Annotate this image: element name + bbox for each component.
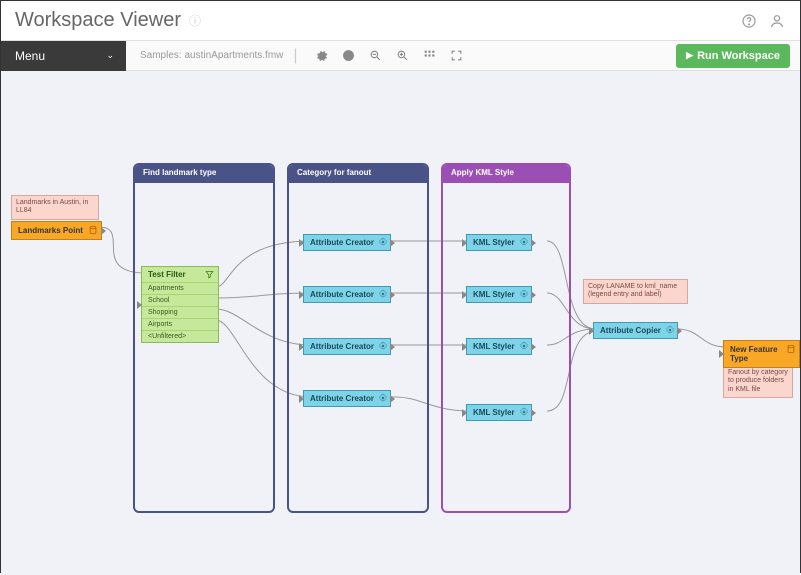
menu-label: Menu bbox=[15, 49, 45, 63]
info-small-icon[interactable]: ⓘ bbox=[189, 12, 201, 29]
separator: | bbox=[293, 47, 297, 65]
transformer-kml-styler-4[interactable]: KML Styler bbox=[466, 404, 532, 421]
filter-port-airports[interactable]: Airports bbox=[142, 318, 218, 330]
help-icon[interactable] bbox=[740, 12, 758, 30]
filter-port-unfiltered[interactable]: <Unfiltered> bbox=[142, 330, 218, 342]
file-label: Samples: austinApartments.fmw bbox=[140, 50, 283, 61]
menu-button[interactable]: Menu ⌄ bbox=[1, 41, 126, 71]
gear-icon bbox=[665, 325, 675, 335]
transformer-kml-styler-2[interactable]: KML Styler bbox=[466, 286, 532, 303]
group-title: Category for fanout bbox=[289, 165, 427, 183]
run-workspace-button[interactable]: ▶ Run Workspace bbox=[676, 44, 790, 68]
gear-icon bbox=[378, 237, 388, 247]
filter-port-shopping[interactable]: Shopping bbox=[142, 306, 218, 318]
toolbar: Menu ⌄ Samples: austinApartments.fmw | ▶… bbox=[1, 41, 800, 71]
sticky-copy: Copy LANAME to kml_name (legend entry an… bbox=[583, 279, 688, 304]
transformer-attribute-creator-1[interactable]: Attribute Creator bbox=[303, 234, 391, 251]
writer-label: New Feature Type bbox=[730, 345, 778, 363]
transformer-test-filter[interactable]: Test Filter Apartments School Shopping A… bbox=[141, 266, 219, 343]
transformer-kml-styler-3[interactable]: KML Styler bbox=[466, 338, 532, 355]
zoom-in-icon[interactable] bbox=[395, 48, 410, 63]
gear-icon bbox=[519, 289, 529, 299]
transformer-attribute-creator-3[interactable]: Attribute Creator bbox=[303, 338, 391, 355]
reader-landmarks-point[interactable]: Landmarks Point bbox=[11, 221, 102, 240]
database-icon bbox=[88, 225, 98, 235]
zoom-out-icon[interactable] bbox=[368, 48, 383, 63]
grid-icon[interactable] bbox=[422, 48, 437, 63]
transformer-attribute-creator-4[interactable]: Attribute Creator bbox=[303, 390, 391, 407]
gear-icon bbox=[519, 407, 529, 417]
run-label: Run Workspace bbox=[697, 50, 780, 62]
gear-icon bbox=[378, 289, 388, 299]
info-icon[interactable] bbox=[341, 48, 356, 63]
transformer-kml-styler-1[interactable]: KML Styler bbox=[466, 234, 532, 251]
transformer-attribute-copier[interactable]: Attribute Copier bbox=[593, 322, 678, 339]
filter-title: Test Filter bbox=[148, 270, 186, 279]
group-title: Apply KML Style bbox=[443, 165, 569, 183]
app-title: Workspace Viewer bbox=[15, 9, 181, 32]
writer-new-feature-type[interactable]: New Feature Type bbox=[723, 340, 800, 368]
gear-icon bbox=[378, 341, 388, 351]
gear-icon bbox=[519, 237, 529, 247]
sticky-fanout: Fanout by category to produce folders in… bbox=[723, 365, 793, 398]
gear-icon bbox=[378, 393, 388, 403]
group-title: Find landmark type bbox=[135, 165, 273, 183]
workspace-canvas[interactable]: Landmarks in Austin, in LL84 Copy LANAME… bbox=[1, 71, 800, 575]
transformer-attribute-creator-2[interactable]: Attribute Creator bbox=[303, 286, 391, 303]
filter-port-apartments[interactable]: Apartments bbox=[142, 282, 218, 294]
user-icon[interactable] bbox=[768, 12, 786, 30]
fullscreen-icon[interactable] bbox=[449, 48, 464, 63]
play-icon: ▶ bbox=[686, 50, 693, 61]
gear-icon[interactable] bbox=[314, 48, 329, 63]
funnel-icon bbox=[205, 270, 214, 279]
gear-icon bbox=[519, 341, 529, 351]
filter-port-school[interactable]: School bbox=[142, 294, 218, 306]
sticky-source: Landmarks in Austin, in LL84 bbox=[11, 195, 99, 220]
database-icon bbox=[786, 344, 796, 354]
chevron-down-icon: ⌄ bbox=[106, 50, 114, 61]
reader-label: Landmarks Point bbox=[18, 226, 83, 235]
titlebar: Workspace Viewer ⓘ bbox=[1, 1, 800, 41]
